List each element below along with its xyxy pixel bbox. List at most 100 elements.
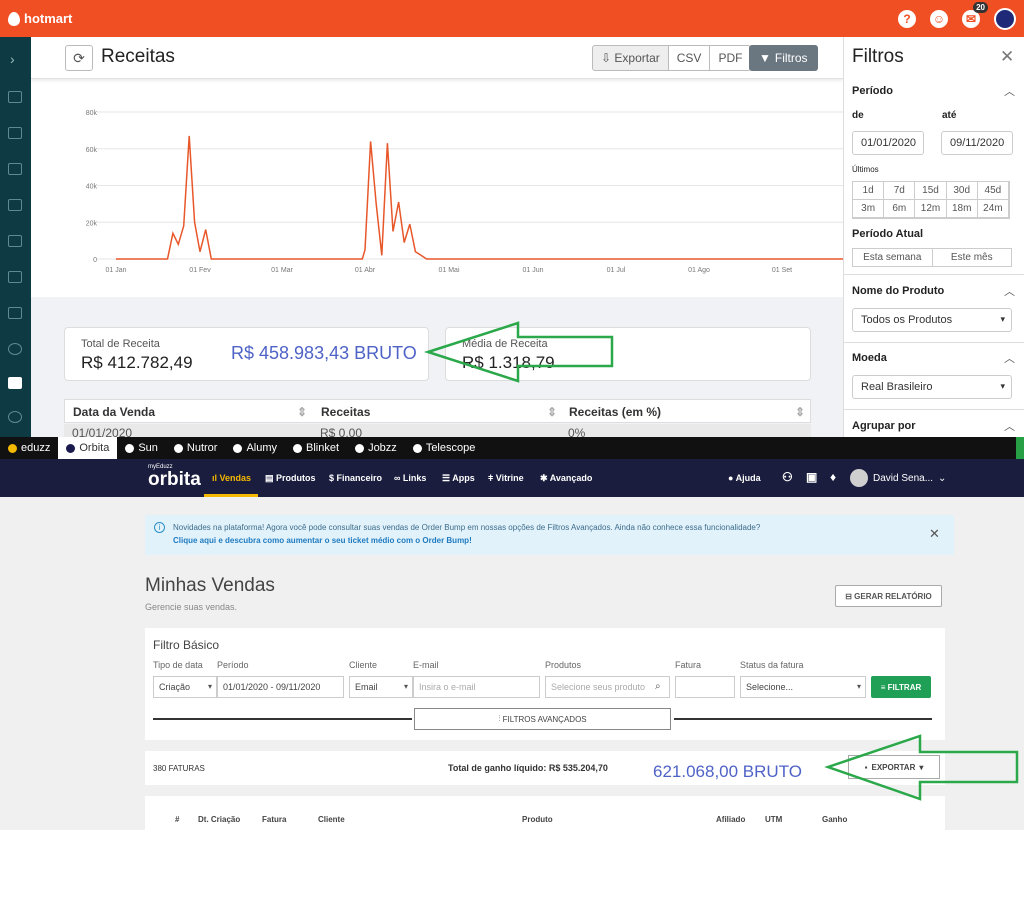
range-option[interactable]: 24m <box>977 200 1009 218</box>
products-input[interactable]: Selecione seus produto <box>545 676 670 698</box>
nav-produtos[interactable]: ▤ Produtos <box>265 473 316 484</box>
chevron-up-icon[interactable]: ︿ <box>1004 283 1015 299</box>
tab-alumy[interactable]: Alumy <box>225 437 285 459</box>
close-icon[interactable]: ✕ <box>929 526 940 542</box>
generate-report-button[interactable]: ⊟ GERAR RELATÓRIO <box>835 585 942 607</box>
product-select[interactable]: Todos os Produtos <box>852 308 1012 332</box>
column-header[interactable]: Receitas (em %) <box>569 405 661 419</box>
sync-icon[interactable] <box>8 271 22 283</box>
cart-icon[interactable] <box>8 235 22 247</box>
notice-link[interactable]: Clique aqui e descubra como aumentar o s… <box>173 534 954 547</box>
support-icon[interactable]: ☺ <box>930 9 948 28</box>
group-by-heading[interactable]: Agrupar por <box>852 420 916 432</box>
range-option[interactable]: 7d <box>884 182 916 200</box>
notice-text: Novidades na plataforma! Agora você pode… <box>173 523 761 532</box>
help-link[interactable]: ● Ajuda <box>728 473 761 483</box>
help-icon[interactable]: ? <box>898 9 916 28</box>
nav-financeiro[interactable]: $ Financeiro <box>329 473 382 483</box>
user-name: David Sena... <box>873 472 934 484</box>
advanced-filters-button[interactable]: ⫶ FILTROS AVANÇADOS <box>414 708 671 730</box>
column-header[interactable]: Receitas <box>321 405 370 419</box>
nav-apps[interactable]: ☰ Apps <box>442 473 475 484</box>
gross-annotation-1: R$ 458.983,43 BRUTO <box>231 343 417 363</box>
currency-select[interactable]: Real Brasileiro <box>852 375 1012 399</box>
chevron-up-icon[interactable]: ︿ <box>1004 83 1015 99</box>
reports-icon[interactable] <box>8 377 22 389</box>
nav-vendas[interactable]: ıl Vendas <box>212 473 251 483</box>
card-value: R$ 1.318,79 <box>462 353 555 372</box>
filters-label: Filtros <box>774 51 808 65</box>
range-option[interactable]: 45d <box>977 182 1009 200</box>
sort-icon[interactable]: ⇕ <box>795 405 805 419</box>
client-select[interactable]: Email <box>349 676 413 698</box>
to-label: até <box>942 110 957 121</box>
sort-icon[interactable]: ⇕ <box>297 405 307 419</box>
dashboard-icon[interactable] <box>8 91 22 103</box>
pdf-button[interactable]: PDF <box>710 45 752 71</box>
period-input[interactable]: 01/01/2020 - 09/11/2020 <box>217 676 344 698</box>
bell-icon[interactable]: ♦ <box>830 470 836 484</box>
range-option[interactable]: 6m <box>884 200 916 218</box>
nav-links[interactable]: ∞ Links <box>394 473 426 483</box>
date-to-input[interactable]: 09/11/2020 <box>941 131 1013 155</box>
users-icon[interactable]: ⚇ <box>782 470 793 484</box>
product-heading[interactable]: Nome do Produto <box>852 285 944 297</box>
orbita-logo[interactable]: myEduzz orbita <box>148 464 201 490</box>
nav-vitrine[interactable]: ǂ Vitrine <box>488 473 524 483</box>
export-button-group: ⇩ Exportar CSV PDF <box>592 45 752 71</box>
revenue-chart: 0 20k 40k 60k 80k 01 Jan 01 Fev 01 Mar 01 Abr 01 … <box>31 79 843 297</box>
nav-avancado[interactable]: ✱ Avançado <box>540 473 592 484</box>
tab-eduzz[interactable]: eduzz <box>0 437 58 459</box>
date-type-select[interactable]: Criação <box>153 676 217 698</box>
affiliates-icon[interactable] <box>8 163 22 175</box>
range-option[interactable]: 12m <box>915 200 947 218</box>
close-icon[interactable]: ✕ <box>1000 47 1014 67</box>
invoice-status-select[interactable]: Selecione... <box>740 676 866 698</box>
tab-telescope[interactable]: Telescope <box>405 437 484 459</box>
money-icon[interactable] <box>8 343 22 355</box>
export-button[interactable]: ▪ EXPORTAR ▾ <box>848 755 940 779</box>
invoice-input[interactable] <box>675 676 735 698</box>
page-header: ⟳ Receitas ⇩ Exportar CSV PDF ▼ Filtros <box>31 37 843 79</box>
messages-icon[interactable] <box>8 307 22 319</box>
tab-jobzz[interactable]: Jobzz <box>347 437 405 459</box>
user-menu[interactable]: David Sena... ⌄ <box>850 469 946 487</box>
range-option[interactable]: 15d <box>915 182 947 200</box>
this-week-option[interactable]: Esta semana <box>853 249 933 266</box>
column-header[interactable]: Data da Venda <box>73 405 155 419</box>
chevron-up-icon[interactable]: ︿ <box>1004 418 1015 434</box>
chat-icon[interactable]: ▣ <box>806 470 817 484</box>
chat-icon[interactable]: ✉ 20 <box>962 1 988 28</box>
range-option[interactable]: 1d <box>853 182 885 200</box>
nutror-icon <box>173 443 183 453</box>
tab-blinket[interactable]: Blinket <box>285 437 347 459</box>
date-from-input[interactable]: 01/01/2020 <box>852 131 924 155</box>
grid-icon[interactable] <box>8 127 22 139</box>
filter-button[interactable]: ≡ FILTRAR <box>871 676 931 698</box>
hotmart-logo[interactable]: hotmart <box>8 11 72 26</box>
tab-label: Jobzz <box>368 442 397 454</box>
currency-heading[interactable]: Moeda <box>852 352 887 364</box>
tab-orbita[interactable]: Orbita <box>58 437 118 459</box>
tab-sun[interactable]: Sun <box>117 437 166 459</box>
chevron-up-icon[interactable]: ︿ <box>1004 350 1015 366</box>
tab-nutror[interactable]: Nutror <box>166 437 226 459</box>
period-heading[interactable]: Período <box>852 85 893 97</box>
range-option[interactable]: 30d <box>946 182 978 200</box>
range-option[interactable]: 18m <box>946 200 978 218</box>
hotmart-main: 0 20k 40k 60k 80k 01 Jan 01 Fev 01 Mar 01 Abr 01 … <box>31 37 843 437</box>
nav-label: Apps <box>452 473 475 483</box>
expand-chevron-icon[interactable]: › <box>10 51 24 67</box>
jobzz-icon <box>355 443 365 453</box>
settings-icon[interactable] <box>8 411 22 423</box>
filters-button[interactable]: ▼ Filtros <box>749 45 818 71</box>
csv-button[interactable]: CSV <box>668 45 711 71</box>
sort-icon[interactable]: ⇕ <box>547 405 557 419</box>
range-option[interactable]: 3m <box>853 200 885 218</box>
export-button[interactable]: ⇩ Exportar <box>592 45 669 71</box>
this-month-option[interactable]: Este mês <box>933 249 1012 266</box>
email-input[interactable]: Insira o e-mail <box>413 676 540 698</box>
avatar[interactable] <box>994 7 1016 30</box>
products-icon[interactable] <box>8 199 22 211</box>
refresh-button[interactable]: ⟳ <box>65 45 93 71</box>
